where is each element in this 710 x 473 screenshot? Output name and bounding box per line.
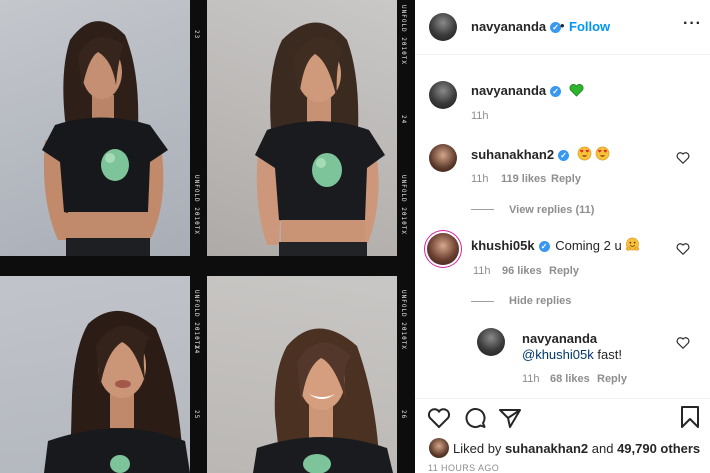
avatar[interactable] <box>429 438 449 458</box>
more-options-icon[interactable]: ··· <box>683 15 702 33</box>
film-edge-label: UNFOLD 2010TX <box>400 5 407 65</box>
portrait-illustration <box>44 310 190 473</box>
like-comment-heart-icon[interactable] <box>676 336 690 350</box>
thread-line <box>471 209 494 210</box>
liked-by-summary: Liked by suhanakhan2 and 49,790 others <box>453 441 700 456</box>
liked-by-others-link[interactable]: 49,790 others <box>617 441 700 456</box>
reply-author[interactable]: navyananda <box>522 331 597 346</box>
avatar[interactable] <box>429 144 457 172</box>
portrait-illustration <box>253 328 393 473</box>
reply-button[interactable]: Reply <box>551 173 581 185</box>
comment-emojis <box>577 146 611 162</box>
comment-likes[interactable]: 119 likes <box>501 173 546 185</box>
caption-time[interactable]: 11h <box>471 110 489 122</box>
liked-by-and: and <box>588 441 618 456</box>
avatar[interactable] <box>477 328 505 356</box>
action-bar <box>415 398 710 435</box>
reply-likes[interactable]: 68 likes <box>550 373 590 385</box>
comment-author[interactable]: khushi05k ✓ Coming 2 u <box>471 237 640 253</box>
post-sidebar: navyananda ✓ • Follow ··· navyananda ✓ 11h… <box>415 0 710 473</box>
post-header: navyananda ✓ • Follow ··· <box>415 0 710 55</box>
film-edge-label: 26 <box>400 410 407 420</box>
instagram-post-view: 23 UNFOLD 2010TX UNFOLD 2010TX 24 UNFOLD… <box>0 0 710 473</box>
verified-badge-icon: ✓ <box>538 241 550 252</box>
author-username[interactable]: navyananda ✓ <box>471 19 562 34</box>
avatar[interactable] <box>429 13 457 41</box>
hide-replies-button[interactable]: Hide replies <box>509 295 571 307</box>
reply-text: @khushi05k fast! <box>522 347 622 362</box>
green-heart-icon <box>569 84 584 97</box>
film-edge-label: UNFOLD 2010TX <box>193 290 200 350</box>
post-timestamp[interactable]: 11 HOURS AGO <box>428 463 499 473</box>
heart-eyes-emoji-icon <box>577 146 592 161</box>
film-edge-label: 25 <box>193 410 200 420</box>
post-photo[interactable]: 23 UNFOLD 2010TX UNFOLD 2010TX 24 UNFOLD… <box>0 0 415 473</box>
hugging-emoji-icon <box>626 237 640 251</box>
film-frame <box>0 0 190 256</box>
mention-link[interactable]: @khushi05k <box>522 347 594 362</box>
comment-author-text[interactable]: khushi05k <box>471 238 535 253</box>
film-edge-label: 24 <box>400 115 407 125</box>
comment-author[interactable]: suhanakhan2 ✓ <box>471 146 610 162</box>
save-bookmark-icon[interactable] <box>680 405 700 429</box>
film-edge-label: 24 <box>193 345 200 355</box>
separator-dot: • <box>560 18 565 33</box>
comment-time[interactable]: 11h <box>473 265 491 277</box>
follow-button[interactable]: Follow <box>569 19 610 34</box>
like-heart-icon[interactable] <box>427 407 451 429</box>
comment-likes[interactable]: 96 likes <box>502 265 542 277</box>
reply-time[interactable]: 11h <box>522 373 540 385</box>
film-edge-label: UNFOLD 2010TX <box>400 290 407 350</box>
author-username-text[interactable]: navyananda <box>471 19 546 34</box>
film-frame <box>207 0 397 256</box>
film-edge-label: 23 <box>193 30 200 40</box>
liked-by-user-link[interactable]: suhanakhan2 <box>505 441 588 456</box>
comment-author-text[interactable]: suhanakhan2 <box>471 147 554 162</box>
comment-bubble-icon[interactable] <box>463 407 487 429</box>
verified-badge-icon: ✓ <box>558 150 570 161</box>
view-replies-button[interactable]: View replies (11) <box>509 204 594 216</box>
heart-eyes-emoji-icon <box>596 146 610 161</box>
reply-button[interactable]: Reply <box>597 373 627 385</box>
share-paper-plane-icon[interactable] <box>498 407 522 429</box>
thread-line <box>471 301 494 302</box>
reply-text-body: fast! <box>593 347 622 362</box>
verified-badge-icon: ✓ <box>550 86 562 97</box>
avatar-story-ring[interactable] <box>427 233 459 265</box>
film-frame <box>0 276 190 473</box>
caption-author-text[interactable]: navyananda <box>471 83 546 98</box>
caption-author[interactable]: navyananda ✓ <box>471 83 584 98</box>
like-comment-heart-icon[interactable] <box>676 242 690 256</box>
film-frame <box>207 276 397 473</box>
portrait-illustration <box>42 21 168 256</box>
comment-text: Coming 2 u <box>555 238 622 253</box>
comment-time[interactable]: 11h <box>471 173 489 185</box>
like-comment-heart-icon[interactable] <box>676 151 690 165</box>
film-edge-label: UNFOLD 2010TX <box>193 175 200 235</box>
liked-by-prefix: Liked by <box>453 441 506 456</box>
film-edge-label: UNFOLD 2010TX <box>400 175 407 235</box>
reply-button[interactable]: Reply <box>549 265 579 277</box>
portrait-illustration <box>255 22 385 256</box>
avatar[interactable] <box>429 81 457 109</box>
